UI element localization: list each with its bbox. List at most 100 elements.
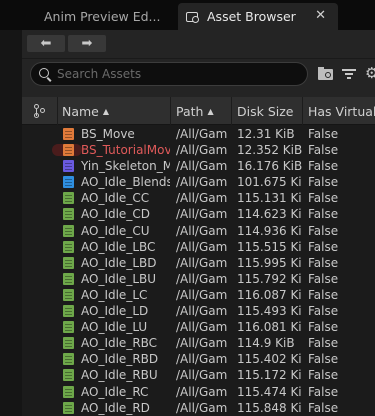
asset-disk-size: 116.087 Ki <box>237 287 302 302</box>
animation-asset-icon <box>63 272 74 285</box>
asset-disk-size: 115.474 Ki <box>237 384 302 399</box>
asset-name: AO_Idle_LBU <box>81 271 157 286</box>
animation-asset-icon <box>63 305 74 318</box>
search-input[interactable] <box>57 66 297 82</box>
table-row[interactable]: BS_Move/All/Gam 12.31 KiB False <box>22 126 375 142</box>
asset-has-virtual: False <box>308 159 339 174</box>
asset-browser-panel: ⬅ ➡ ⚙ <box>22 30 375 416</box>
asset-path: /All/Gam <box>176 384 228 399</box>
animation-asset-icon <box>63 256 74 269</box>
sort-ascending-icon: ▲ <box>102 106 110 116</box>
filter-icon[interactable] <box>342 66 358 82</box>
table-row[interactable]: BS_TutorialMov/All/Gam 12.352 KiB False <box>22 142 375 158</box>
column-disk-size-label: Disk Size <box>237 103 294 119</box>
asset-name: Yin_Skeleton_M <box>81 159 170 174</box>
table-row[interactable]: Yin_Skeleton_M/All/Gam 16.176 KiB False <box>22 158 375 174</box>
asset-disk-size: 116.081 Ki <box>237 320 302 335</box>
asset-disk-size: 16.176 KiB <box>237 159 302 174</box>
table-row[interactable]: AO_Idle_RBD/All/Gam 115.402 Ki False <box>22 351 375 367</box>
column-header-path[interactable]: Path ▲ <box>170 97 231 125</box>
tab-anim-preview-editor[interactable]: Anim Preview Ed... <box>22 3 174 30</box>
asset-disk-size: 101.675 Ki <box>237 175 302 190</box>
asset-type-icon <box>33 104 47 118</box>
asset-name: AO_Idle_LD <box>81 304 149 319</box>
blendspace1d-asset-icon <box>63 176 74 189</box>
table-row[interactable]: AO_Idle_Blends/All/Gam 101.675 Ki False <box>22 174 375 190</box>
gear-icon[interactable]: ⚙ <box>365 65 375 81</box>
folder-search-icon[interactable] <box>318 66 334 82</box>
table-row[interactable]: AO_Idle_LD/All/Gam 115.493 Ki False <box>22 303 375 319</box>
tab-anim-preview-label: Anim Preview Ed... <box>44 9 161 24</box>
asset-path: /All/Gam <box>176 175 228 190</box>
column-header-type[interactable] <box>22 97 57 125</box>
search-box[interactable] <box>30 62 308 86</box>
asset-name: AO_Idle_LBC <box>81 239 156 254</box>
table-row[interactable]: AO_Idle_RBC/All/Gam 114.9 KiB False <box>22 335 375 351</box>
column-header-name[interactable]: Name ▲ <box>57 97 170 125</box>
asset-path: /All/Gam <box>176 143 228 158</box>
asset-browser-icon <box>186 10 200 24</box>
tab-asset-browser-label: Asset Browser <box>207 9 296 24</box>
asset-name: AO_Idle_RBU <box>81 368 158 383</box>
column-header-disk-size[interactable]: Disk Size <box>231 97 302 125</box>
asset-has-virtual: False <box>308 287 339 302</box>
table-row[interactable]: AO_Idle_RBU/All/Gam 115.172 Ki False <box>22 367 375 383</box>
forward-button[interactable]: ➡ <box>68 35 106 52</box>
asset-disk-size: 115.493 Ki <box>237 304 302 319</box>
asset-name: AO_Idle_CD <box>81 207 150 222</box>
asset-name: BS_Move <box>81 127 135 141</box>
asset-name: AO_Idle_LU <box>81 320 148 335</box>
table-row[interactable]: AO_Idle_LU/All/Gam 116.081 Ki False <box>22 319 375 335</box>
tab-asset-browser[interactable]: Asset Browser ✕ <box>178 3 338 30</box>
table-row[interactable]: AO_Idle_RD/All/Gam 115.848 Ki False <box>22 400 375 416</box>
asset-has-virtual: False <box>308 127 339 141</box>
asset-disk-size: 115.402 Ki <box>237 352 302 367</box>
asset-name: AO_Idle_CC <box>81 191 150 206</box>
animation-asset-icon <box>63 224 74 237</box>
blendspace-asset-icon <box>63 128 74 140</box>
table-row[interactable]: AO_Idle_CC/All/Gam 115.131 Ki False <box>22 190 375 206</box>
asset-disk-size: 115.792 Ki <box>237 271 302 286</box>
animation-asset-icon <box>63 208 74 221</box>
asset-path: /All/Gam <box>176 159 228 174</box>
back-button[interactable]: ⬅ <box>27 35 65 52</box>
animation-asset-icon <box>63 288 74 301</box>
asset-name: AO_Idle_RD <box>81 400 150 415</box>
arrow-right-icon: ➡ <box>81 36 93 51</box>
table-row[interactable]: AO_Idle_LC/All/Gam 116.087 Ki False <box>22 287 375 303</box>
animation-asset-icon <box>63 321 74 334</box>
table-row[interactable]: AO_Idle_CU/All/Gam 114.936 Ki False <box>22 223 375 239</box>
search-toolbar: ⚙ <box>22 59 375 97</box>
table-row[interactable]: AO_Idle_RC/All/Gam 115.474 Ki False <box>22 384 375 400</box>
table-row[interactable]: AO_Idle_CD/All/Gam 114.623 Ki False <box>22 206 375 222</box>
asset-has-virtual: False <box>308 191 339 206</box>
asset-disk-size: 114.9 KiB <box>237 336 295 351</box>
table-row[interactable]: AO_Idle_LBD/All/Gam 115.995 Ki False <box>22 255 375 271</box>
asset-path: /All/Gam <box>176 223 228 238</box>
asset-path: /All/Gam <box>176 239 228 254</box>
asset-path: /All/Gam <box>176 287 228 302</box>
asset-name: AO_Idle_RBD <box>81 352 159 367</box>
asset-path: /All/Gam <box>176 127 228 141</box>
asset-has-virtual: False <box>308 175 339 190</box>
column-has-virtual-label: Has Virtuali <box>308 103 375 119</box>
asset-disk-size: 115.848 Ki <box>237 400 302 415</box>
asset-name: AO_Idle_RC <box>81 384 149 399</box>
asset-disk-size: 115.131 Ki <box>237 191 302 206</box>
animation-asset-icon <box>63 240 74 253</box>
asset-path: /All/Gam <box>176 207 228 222</box>
sort-ascending-icon: ▲ <box>207 106 214 116</box>
asset-path: /All/Gam <box>176 320 228 335</box>
editor-tab-bar: Anim Preview Ed... Asset Browser ✕ <box>0 0 375 30</box>
asset-path: /All/Gam <box>176 304 228 319</box>
animation-asset-icon <box>63 401 74 414</box>
table-row[interactable]: AO_Idle_LBC/All/Gam 115.515 Ki False <box>22 239 375 255</box>
asset-list-table: Name ▲ Path ▲ Disk Size Has Virtuali BS_… <box>22 97 375 416</box>
asset-has-virtual: False <box>308 143 339 158</box>
table-row[interactable]: AO_Idle_LBU/All/Gam 115.792 Ki False <box>22 271 375 287</box>
asset-name: BS_TutorialMov <box>81 143 170 158</box>
column-path-label: Path <box>176 103 204 119</box>
close-icon[interactable]: ✕ <box>315 8 326 23</box>
column-header-has-virtual[interactable]: Has Virtuali <box>302 97 375 125</box>
asset-disk-size: 12.31 KiB <box>237 127 295 141</box>
